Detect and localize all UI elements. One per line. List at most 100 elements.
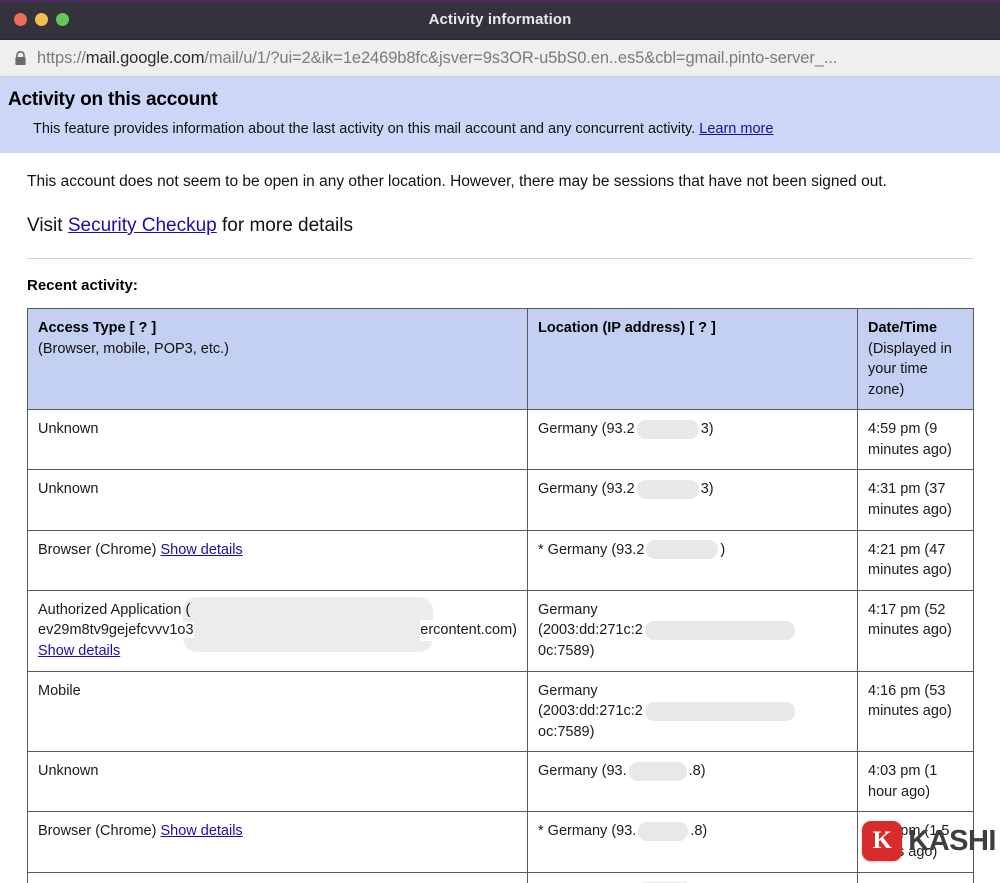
window-title: Activity information	[0, 11, 1000, 28]
location-country: Germany	[538, 681, 847, 702]
table-row: Browser (Chrome) Show details * Germany (…	[28, 812, 974, 872]
learn-more-link[interactable]: Learn more	[699, 121, 773, 137]
redaction-block	[646, 540, 718, 559]
url-suffix: /mail/u/1/?ui=2&ik=1e2469b8fc&jsver=9s3O…	[204, 49, 837, 67]
kashi-watermark-text: KASHI	[908, 825, 996, 858]
cell-access-type: Unknown	[28, 872, 528, 883]
table-row: Authorized Application (ev29m8tv9gejefcv…	[28, 590, 974, 671]
banner-description-text: This feature provides information about …	[33, 121, 695, 137]
cell-location: Germany (93.23)	[528, 470, 858, 530]
redaction-block	[645, 702, 795, 721]
table-row: Unknown Germany (93..8) 4:03 pm (1 hour ag…	[28, 752, 974, 812]
show-details-link[interactable]: Show details	[160, 542, 242, 558]
show-details-link[interactable]: Show details	[160, 823, 242, 839]
activity-table-wrapper: Access Type [ ? ] (Browser, mobile, POP3…	[27, 308, 973, 883]
redaction-block	[637, 480, 699, 499]
access-type-text: Mobile	[38, 683, 81, 699]
recent-activity-table: Access Type [ ? ] (Browser, mobile, POP3…	[27, 308, 974, 883]
location-ip: * Germany (93.2)	[538, 540, 847, 561]
access-type-text: Unknown	[38, 421, 98, 437]
cell-location: * Germany (93.2)	[528, 530, 858, 590]
show-details-link[interactable]: Show details	[38, 641, 120, 662]
activity-banner: Activity on this account This feature pr…	[0, 77, 1000, 153]
location-header-title: Location (IP address) [ ? ]	[538, 318, 847, 339]
security-checkup-link[interactable]: Security Checkup	[68, 215, 217, 236]
access-type-text: Authorized Application (	[38, 600, 517, 621]
url-prefix: https://	[37, 49, 86, 67]
cell-access-type: Unknown	[28, 410, 528, 470]
address-bar[interactable]: https://mail.google.com/mail/u/1/?ui=2&i…	[0, 40, 1000, 77]
cell-location: Germany(2003:dd:271c:2oc:7589)	[528, 671, 858, 752]
redaction-block	[629, 762, 687, 781]
cell-location: Germany (93.23)	[528, 410, 858, 470]
cell-access-type: Mobile	[28, 671, 528, 752]
table-row: Unknown Germany (93.23) 4:59 pm (9 minutes…	[28, 410, 974, 470]
table-row: Browser (Chrome) Show details * Germany (…	[28, 530, 974, 590]
cell-datetime: 4:59 pm (9 minutes ago)	[858, 410, 974, 470]
redaction-block	[638, 822, 688, 841]
banner-description: This feature provides information about …	[33, 121, 1000, 137]
location-ip: (2003:dd:271c:2oc:7589)	[538, 701, 847, 742]
page-content: This account does not seem to be open in…	[0, 173, 1000, 883]
access-type-text: Unknown	[38, 481, 98, 497]
datetime-header-sub: (Displayed in your time zone)	[868, 339, 963, 401]
table-body: Unknown Germany (93.23) 4:59 pm (9 minutes…	[28, 410, 974, 883]
cell-location: Germany (93.2.8)	[528, 872, 858, 883]
visit-suffix: for more details	[222, 215, 353, 236]
redaction-block	[645, 621, 795, 640]
kashi-badge-icon: K	[862, 821, 902, 861]
cell-access-type: Unknown	[28, 470, 528, 530]
url-text: https://mail.google.com/mail/u/1/?ui=2&i…	[37, 49, 837, 68]
access-type-header-title: Access Type [ ? ]	[38, 318, 517, 339]
table-row: UnknownGermany (93.2.8)3:35 pm (1.5 hour…	[28, 872, 974, 883]
cell-access-type: Authorized Application (ev29m8tv9gejefcv…	[28, 590, 528, 671]
table-row: MobileGermany(2003:dd:271c:2oc:7589)4:16…	[28, 671, 974, 752]
datetime-header-title: Date/Time	[868, 318, 963, 339]
cell-location: * Germany (93..8)	[528, 812, 858, 872]
lock-icon	[14, 51, 27, 66]
location-country: Germany	[538, 600, 847, 621]
window-controls	[0, 13, 69, 26]
table-head: Access Type [ ? ] (Browser, mobile, POP3…	[28, 309, 974, 410]
browser-window: Activity information https://mail.google…	[0, 0, 1000, 883]
location-ip: * Germany (93..8)	[538, 821, 847, 842]
access-type-text: Unknown	[38, 763, 98, 779]
url-host: mail.google.com	[86, 49, 205, 67]
cell-datetime: 4:31 pm (37 minutes ago)	[858, 470, 974, 530]
location-ip: (2003:dd:271c:20c:7589)	[538, 620, 847, 661]
column-header-datetime: Date/Time (Displayed in your time zone)	[858, 309, 974, 410]
cell-datetime: 4:17 pm (52 minutes ago)	[858, 590, 974, 671]
cell-location: Germany(2003:dd:271c:20c:7589)	[528, 590, 858, 671]
column-header-location: Location (IP address) [ ? ]	[528, 309, 858, 410]
cell-location: Germany (93..8)	[528, 752, 858, 812]
redaction-block	[637, 420, 699, 439]
banner-heading: Activity on this account	[8, 89, 1000, 111]
access-type-text: Browser (Chrome)	[38, 823, 156, 839]
recent-activity-label: Recent activity:	[27, 277, 1000, 294]
close-window-button[interactable]	[14, 13, 27, 26]
location-ip: Germany (93.23)	[538, 419, 847, 440]
access-type-text: Browser (Chrome)	[38, 542, 156, 558]
cell-datetime: 4:16 pm (53 minutes ago)	[858, 671, 974, 752]
location-ip: Germany (93.23)	[538, 479, 847, 500]
maximize-window-button[interactable]	[56, 13, 69, 26]
table-header-row: Access Type [ ? ] (Browser, mobile, POP3…	[28, 309, 974, 410]
visit-prefix: Visit	[27, 215, 63, 236]
kashi-watermark: K KASHI	[862, 821, 996, 861]
status-paragraph: This account does not seem to be open in…	[27, 173, 1000, 191]
cell-datetime: 4:21 pm (47 minutes ago)	[858, 530, 974, 590]
cell-access-type: Unknown	[28, 752, 528, 812]
cell-datetime: 3:35 pm (1.5 hours ago)	[858, 872, 974, 883]
table-row: Unknown Germany (93.23) 4:31 pm (37 minute…	[28, 470, 974, 530]
cell-access-type: Browser (Chrome) Show details	[28, 812, 528, 872]
window-titlebar: Activity information	[0, 0, 1000, 40]
cell-access-type: Browser (Chrome) Show details	[28, 530, 528, 590]
column-header-access-type: Access Type [ ? ] (Browser, mobile, POP3…	[28, 309, 528, 410]
cell-datetime: 4:03 pm (1 hour ago)	[858, 752, 974, 812]
minimize-window-button[interactable]	[35, 13, 48, 26]
section-divider	[27, 258, 973, 259]
location-ip: Germany (93..8)	[538, 761, 847, 782]
access-type-text-continued: ev29m8tv9gejefcvvv1o3ercontent.com)	[38, 620, 517, 641]
security-checkup-line: Visit Security Checkup for more details	[27, 215, 1000, 237]
access-type-header-sub: (Browser, mobile, POP3, etc.)	[38, 339, 517, 360]
